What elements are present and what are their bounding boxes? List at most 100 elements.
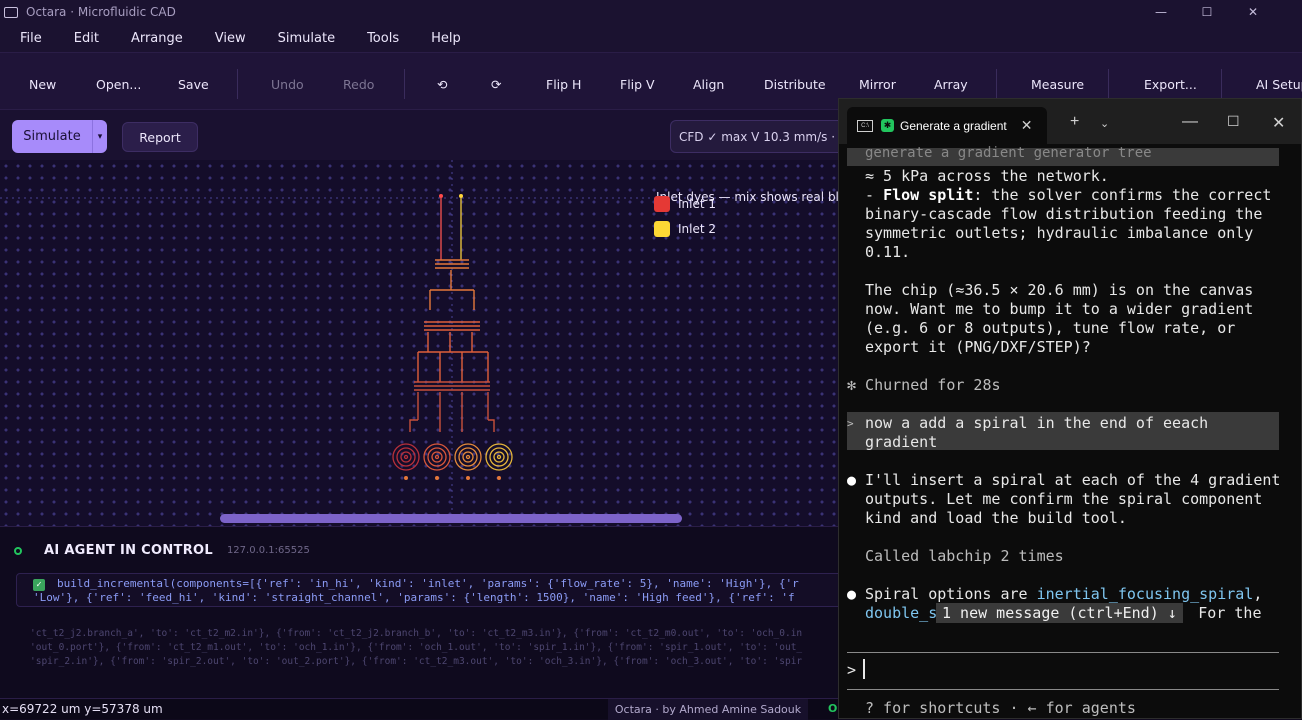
user-message-line: gradient bbox=[865, 433, 938, 451]
cursor-coordinates: x=69722 um y=57378 um bbox=[2, 702, 163, 716]
chevron-down-icon[interactable]: ⌄ bbox=[1100, 117, 1109, 130]
close-icon[interactable]: ✕ bbox=[1230, 0, 1276, 24]
simulate-label: Simulate bbox=[23, 129, 81, 144]
terminal-line: I'll insert a spiral at each of the 4 gr… bbox=[865, 471, 1281, 489]
tab-title: Generate a gradient bbox=[900, 118, 1007, 133]
redo-button[interactable]: Redo bbox=[343, 77, 374, 92]
terminal-text: For the bbox=[1189, 604, 1262, 622]
align-button[interactable]: Align bbox=[693, 77, 724, 92]
measure-button[interactable]: Measure bbox=[1031, 77, 1084, 92]
rotate-ccw-icon[interactable]: ⟲ bbox=[437, 77, 447, 92]
toolbar-separator bbox=[1108, 69, 1109, 99]
inlet-1-port bbox=[439, 194, 443, 198]
flip-v-button[interactable]: Flip V bbox=[620, 77, 655, 92]
action-bar: Simulate ▾ Report CFD ✓ max V 10.3 mm/s … bbox=[0, 110, 845, 160]
rotate-cw-icon[interactable]: ⟳ bbox=[491, 77, 501, 92]
flip-h-button[interactable]: Flip H bbox=[546, 77, 581, 92]
terminal-text: , bbox=[1253, 585, 1263, 603]
legend-swatch bbox=[654, 196, 670, 212]
chevron-down-icon[interactable]: ▾ bbox=[92, 120, 107, 153]
menu-simulate[interactable]: Simulate bbox=[278, 31, 335, 46]
log-tail-line: 'spir_2.in'}, {'from': 'spir_2.out', 'to… bbox=[30, 656, 803, 667]
toolbar-separator bbox=[237, 69, 238, 99]
ai-setup-button[interactable]: AI Setup bbox=[1256, 77, 1302, 92]
menu-help[interactable]: Help bbox=[431, 31, 461, 46]
spiral-2 bbox=[454, 443, 482, 471]
prompt-marker: > bbox=[847, 417, 854, 430]
close-icon[interactable]: ✕ bbox=[1272, 113, 1285, 133]
terminal-text: Flow split bbox=[883, 186, 974, 204]
menu-file[interactable]: File bbox=[20, 31, 42, 46]
terminal-line: The chip (≈36.5 × 20.6 mm) is on the can… bbox=[865, 281, 1254, 299]
terminal-text: : the solver confirms the correct bbox=[973, 186, 1272, 204]
terminal-window[interactable]: C:\ ✱ Generate a gradient ✕ + ⌄ — ☐ ✕ ge… bbox=[838, 98, 1302, 719]
undo-button[interactable]: Undo bbox=[271, 77, 304, 92]
menu-bar: File Edit Arrange View Simulate Tools He… bbox=[0, 24, 1302, 52]
terminal-line: generate a gradient generator tree bbox=[865, 145, 1152, 161]
mirror-button[interactable]: Mirror bbox=[859, 77, 896, 92]
terminal-text: - bbox=[865, 186, 884, 204]
maximize-icon[interactable]: ☐ bbox=[1227, 113, 1240, 130]
agent-icon: ✱ bbox=[881, 119, 894, 132]
input-top-rule bbox=[847, 652, 1279, 653]
new-tab-icon[interactable]: + bbox=[1070, 113, 1079, 131]
terminal-line: Called labchip 2 times bbox=[865, 547, 1064, 565]
churned-status: ✻ Churned for 28s bbox=[847, 376, 1001, 394]
terminal-line: ≈ 5 kPa across the network. bbox=[865, 167, 1109, 185]
legend-label: Inlet 2 bbox=[678, 222, 717, 236]
user-message-line: now a add a spiral in the end of eeach bbox=[865, 414, 1209, 432]
agent-log-tail: 'ct_t2_j2.branch_a', 'to': 'ct_t2_m2.in'… bbox=[30, 627, 840, 669]
menu-edit[interactable]: Edit bbox=[74, 31, 99, 46]
close-tab-icon[interactable]: ✕ bbox=[1021, 117, 1033, 134]
terminal-text: double_s bbox=[865, 604, 938, 622]
cfd-status: CFD ✓ max V 10.3 mm/s · cre bbox=[670, 120, 845, 153]
log-tail-line: 'out_0.port'}, {'from': 'ct_t2_m1.out', … bbox=[30, 642, 803, 653]
save-button[interactable]: Save bbox=[178, 77, 209, 92]
prompt-marker: > bbox=[847, 661, 857, 679]
app-icon bbox=[4, 6, 18, 18]
horizontal-scrollbar[interactable] bbox=[220, 514, 682, 523]
window-controls: — ☐ ✕ bbox=[1138, 0, 1276, 24]
distribute-button[interactable]: Distribute bbox=[764, 77, 826, 92]
agent-panel: AI AGENT IN CONTROL 127.0.0.1:65525 ✓ bui… bbox=[0, 526, 846, 698]
spiral-1 bbox=[423, 443, 451, 471]
minimize-icon[interactable]: — bbox=[1182, 113, 1198, 131]
array-button[interactable]: Array bbox=[934, 77, 968, 92]
new-message-button[interactable]: 1 new message (ctrl+End) ↓ bbox=[936, 603, 1183, 623]
legend-item-inlet-2: Inlet 2 bbox=[654, 221, 716, 237]
text-cursor bbox=[863, 659, 865, 679]
terminal-line: 0.11. bbox=[865, 243, 911, 261]
legend-label: Inlet 1 bbox=[678, 197, 717, 211]
new-button[interactable]: New bbox=[29, 77, 56, 92]
credit-label: Octara · by Ahmed Amine Sadouk bbox=[608, 699, 808, 720]
spiral-3 bbox=[485, 443, 513, 471]
terminal-line: - Flow split: the solver confirms the co… bbox=[865, 186, 1271, 205]
spiral-0 bbox=[392, 443, 420, 471]
mixer-level-1 bbox=[429, 259, 475, 310]
agent-log-entry[interactable]: ✓ build_incremental(components=[{'ref': '… bbox=[16, 573, 846, 607]
terminal-output: generate a gradient generator tree ≈ 5 k… bbox=[839, 144, 1301, 720]
toolbar-separator bbox=[996, 69, 997, 99]
minimize-icon[interactable]: — bbox=[1138, 0, 1184, 24]
terminal-tab[interactable]: C:\ ✱ Generate a gradient ✕ bbox=[847, 107, 1047, 144]
export-button[interactable]: Export... bbox=[1144, 77, 1197, 92]
chip-drawing bbox=[0, 160, 840, 526]
terminal-line: (e.g. 6 or 8 outputs), tune flow rate, o… bbox=[865, 319, 1236, 337]
simulate-button[interactable]: Simulate ▾ bbox=[12, 120, 107, 153]
terminal-text: inertial_focusing_spiral bbox=[1036, 585, 1254, 603]
terminal-line: Spiral options are inertial_focusing_spi… bbox=[865, 585, 1262, 604]
terminal-text: Spiral options are bbox=[865, 585, 1037, 603]
toolbar-separator bbox=[1221, 69, 1222, 99]
menu-tools[interactable]: Tools bbox=[367, 31, 399, 46]
window-title: Octara · Microfluidic CAD bbox=[26, 5, 176, 19]
menu-view[interactable]: View bbox=[215, 31, 246, 46]
maximize-icon[interactable]: ☐ bbox=[1184, 0, 1230, 24]
design-canvas[interactable]: Inlet dyes — mix shows real ble Inlet 1 … bbox=[0, 160, 840, 526]
check-icon: ✓ bbox=[33, 579, 45, 591]
title-bar: Octara · Microfluidic CAD — ☐ ✕ bbox=[0, 0, 1302, 24]
report-button[interactable]: Report bbox=[122, 122, 198, 152]
menu-arrange[interactable]: Arrange bbox=[131, 31, 183, 46]
open-button[interactable]: Open... bbox=[96, 77, 141, 92]
terminal-line: symmetric outlets; hydraulic imbalance o… bbox=[865, 224, 1254, 242]
toolbar-separator bbox=[404, 69, 405, 99]
